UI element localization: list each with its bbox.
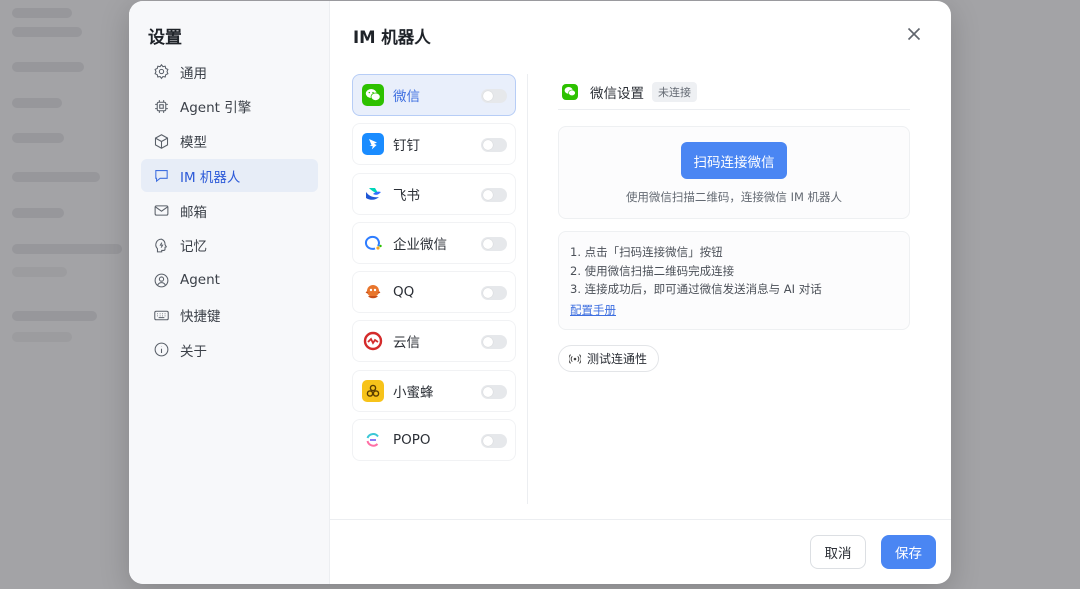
im-item-label: 微信 xyxy=(393,89,420,105)
im-item-label: 钉钉 xyxy=(393,138,420,155)
wechat-icon xyxy=(562,83,578,100)
im-item-label: 企业微信 xyxy=(393,236,447,253)
im-item-dingtalk[interactable]: 钉钉 xyxy=(352,123,516,166)
qq-icon xyxy=(362,281,384,304)
im-item-label: QQ xyxy=(393,284,415,301)
column-divider xyxy=(527,74,528,504)
im-enable-toggle[interactable] xyxy=(481,384,507,399)
bee-icon xyxy=(362,379,384,402)
sidebar-item-agent-engine[interactable]: Agent 引擎 xyxy=(141,90,318,123)
scan-connect-wechat-button[interactable]: 扫码连接微信 xyxy=(681,142,787,179)
cancel-button[interactable]: 取消 xyxy=(810,535,866,569)
sidebar-item-label: Agent xyxy=(180,272,220,289)
brain-icon xyxy=(152,236,170,254)
sidebar-item-label: IM 机器人 xyxy=(180,169,241,186)
gear-icon xyxy=(152,63,170,81)
detail-header: 微信设置 未连接 xyxy=(558,74,910,110)
sidebar-item-agent[interactable]: Agent xyxy=(141,264,318,297)
info-icon xyxy=(152,341,170,359)
feishu-icon xyxy=(362,182,384,205)
background-app-list xyxy=(0,0,130,589)
im-enable-toggle[interactable] xyxy=(481,138,507,153)
settings-nav: 通用 Agent 引擎 模型 IM 机器人 邮箱 记忆 Agent 快捷键 关于 xyxy=(141,55,318,368)
sidebar-item-label: 记忆 xyxy=(180,239,207,256)
im-item-wecom[interactable]: 企业微信 xyxy=(352,221,516,264)
im-item-label: 云信 xyxy=(393,335,420,352)
sidebar-item-label: 关于 xyxy=(180,343,207,360)
wechat-settings-panel: 微信设置 未连接 扫码连接微信 使用微信扫描二维码，连接微信 IM 机器人 1.… xyxy=(558,74,910,372)
sidebar-item-label: 模型 xyxy=(180,135,207,152)
im-item-yunxin[interactable]: 云信 xyxy=(352,320,516,363)
status-badge: 未连接 xyxy=(652,81,697,102)
steps-card: 1. 点击「扫码连接微信」按钮 2. 使用微信扫描二维码完成连接 3. 连接成功… xyxy=(558,231,910,330)
scan-hint: 使用微信扫描二维码，连接微信 IM 机器人 xyxy=(625,190,843,204)
sidebar-item-label: Agent 引擎 xyxy=(180,100,252,117)
popo-icon xyxy=(362,429,384,452)
sidebar-item-label: 邮箱 xyxy=(180,204,207,221)
sidebar-item-model[interactable]: 模型 xyxy=(141,125,318,158)
im-item-wechat[interactable]: 微信 xyxy=(352,74,516,116)
chat-bubble-icon xyxy=(152,167,170,185)
sidebar-item-shortcuts[interactable]: 快捷键 xyxy=(141,299,318,332)
step-item: 1. 点击「扫码连接微信」按钮 xyxy=(570,245,723,259)
step-item: 2. 使用微信扫描二维码完成连接 xyxy=(570,263,735,278)
im-item-feishu[interactable]: 飞书 xyxy=(352,172,516,215)
close-icon xyxy=(907,27,921,41)
im-item-label: 飞书 xyxy=(393,187,420,204)
config-guide-link[interactable]: 配置手册 xyxy=(570,299,909,321)
im-enable-toggle[interactable] xyxy=(481,335,507,350)
sidebar-item-label: 快捷键 xyxy=(180,309,221,326)
im-item-label: 小蜜蜂 xyxy=(393,384,434,401)
wechat-icon xyxy=(362,84,384,106)
im-item-popo[interactable]: POPO xyxy=(352,419,516,462)
sidebar-item-label: 通用 xyxy=(180,65,207,82)
connect-card: 扫码连接微信 使用微信扫描二维码，连接微信 IM 机器人 xyxy=(558,126,910,219)
im-item-bee[interactable]: 小蜜蜂 xyxy=(352,369,516,412)
im-item-label: POPO xyxy=(393,432,431,449)
test-button-label: 测试连通性 xyxy=(587,352,648,366)
im-platform-list: 微信 钉钉 飞书 企业微信 QQ 云信 小蜜蜂 POPO xyxy=(352,74,516,468)
im-item-qq[interactable]: QQ xyxy=(352,271,516,314)
step-item: 3. 连接成功后，即可通过微信发送消息与 AI 对话 xyxy=(570,282,822,296)
signal-icon xyxy=(569,353,581,364)
im-enable-toggle[interactable] xyxy=(481,286,507,301)
save-button[interactable]: 保存 xyxy=(881,535,936,569)
sidebar-item-im-bot[interactable]: IM 机器人 xyxy=(141,159,318,193)
sidebar-item-about[interactable]: 关于 xyxy=(141,333,318,366)
chip-icon xyxy=(152,97,170,115)
im-enable-toggle[interactable] xyxy=(481,236,507,251)
page-title: IM 机器人 xyxy=(353,28,431,47)
im-enable-toggle[interactable] xyxy=(481,89,507,103)
detail-title: 微信设置 xyxy=(590,85,644,102)
background-app-right xyxy=(950,0,1080,589)
im-enable-toggle[interactable] xyxy=(481,434,507,449)
close-button[interactable] xyxy=(905,25,923,43)
sidebar-item-general[interactable]: 通用 xyxy=(141,55,318,88)
keyboard-icon xyxy=(152,306,170,324)
sidebar-item-mail[interactable]: 邮箱 xyxy=(141,194,318,227)
test-connectivity-button[interactable]: 测试连通性 xyxy=(558,345,660,372)
mail-icon xyxy=(152,202,170,220)
main-panel: IM 机器人 微信 钉钉 飞书 企业微信 QQ 云信 小蜜蜂 POPO 微信设置… xyxy=(330,1,951,584)
yunxin-icon xyxy=(362,330,384,353)
settings-sidebar: 设置 通用 Agent 引擎 模型 IM 机器人 邮箱 记忆 Agent 快捷键… xyxy=(129,1,330,584)
dialog-footer: 取消 保存 xyxy=(330,519,951,584)
dingtalk-icon xyxy=(362,133,384,156)
sidebar-item-memory[interactable]: 记忆 xyxy=(141,229,318,262)
cube-icon xyxy=(152,132,170,150)
wecom-icon xyxy=(362,231,384,254)
sidebar-title: 设置 xyxy=(148,28,182,48)
im-enable-toggle[interactable] xyxy=(481,187,507,202)
settings-dialog: 设置 通用 Agent 引擎 模型 IM 机器人 邮箱 记忆 Agent 快捷键… xyxy=(129,1,951,584)
user-circle-icon xyxy=(152,271,170,289)
